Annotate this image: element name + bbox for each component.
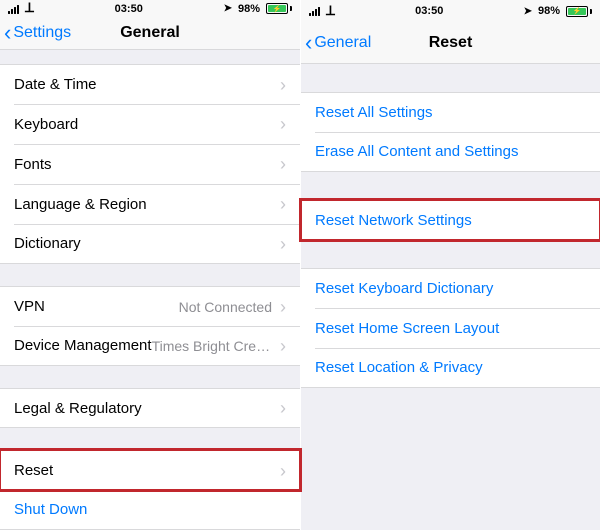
row-label: Device Management (14, 337, 152, 354)
row-label: VPN (14, 298, 45, 315)
row-label: Erase All Content and Settings (315, 143, 518, 160)
back-label: General (314, 34, 371, 52)
back-button[interactable]: ‹ Settings (4, 17, 71, 49)
battery-icon: ⚡ (266, 3, 292, 14)
screen-reset: 𝈜 03:50 ➤ 98% ⚡ ‹ General Reset Reset Al… (300, 0, 600, 530)
row-reset-home-screen[interactable]: Reset Home Screen Layout (301, 308, 600, 348)
row-label: Keyboard (14, 116, 78, 133)
chevron-right-icon: › (280, 195, 286, 213)
row-fonts[interactable]: Fonts › (0, 144, 300, 184)
battery-percent: 98% (538, 5, 560, 17)
row-erase-all[interactable]: Erase All Content and Settings (301, 132, 600, 172)
location-icon: ➤ (224, 3, 232, 14)
chevron-right-icon: › (280, 115, 286, 133)
battery-percent: 98% (238, 3, 260, 15)
chevron-right-icon: › (280, 235, 286, 253)
chevron-left-icon: ‹ (305, 32, 312, 54)
row-reset[interactable]: Reset › (0, 450, 300, 490)
row-label: Language & Region (14, 196, 147, 213)
back-label: Settings (13, 24, 71, 42)
row-reset-all-settings[interactable]: Reset All Settings (301, 92, 600, 132)
row-label: Reset Home Screen Layout (315, 320, 499, 337)
wifi-icon: 𝈜 (326, 4, 335, 17)
screen-general: 𝈜 03:50 ➤ 98% ⚡ ‹ Settings General Date … (0, 0, 300, 530)
row-date-time[interactable]: Date & Time › (0, 64, 300, 104)
wifi-icon: 𝈜 (25, 1, 34, 14)
row-vpn[interactable]: VPN Not Connected › (0, 286, 300, 326)
location-icon: ➤ (524, 6, 532, 17)
chevron-right-icon: › (280, 337, 286, 355)
status-time: 03:50 (415, 5, 443, 17)
row-shut-down[interactable]: Shut Down (0, 490, 300, 530)
cellular-signal-icon (8, 4, 19, 14)
status-bar: 𝈜 03:50 ➤ 98% ⚡ (301, 0, 600, 22)
row-device-management[interactable]: Device Management Times Bright CreSu… › (0, 326, 300, 366)
chevron-right-icon: › (280, 76, 286, 94)
row-reset-network-settings[interactable]: Reset Network Settings (301, 200, 600, 240)
chevron-left-icon: ‹ (4, 22, 11, 44)
row-reset-location-privacy[interactable]: Reset Location & Privacy (301, 348, 600, 388)
status-time: 03:50 (115, 3, 143, 15)
row-label: Reset (14, 462, 53, 479)
chevron-right-icon: › (280, 399, 286, 417)
nav-bar: ‹ Settings General (0, 17, 300, 50)
chevron-right-icon: › (280, 298, 286, 316)
nav-bar: ‹ General Reset (301, 22, 600, 64)
row-label: Date & Time (14, 76, 97, 93)
row-label: Reset Network Settings (315, 212, 472, 229)
nav-title: General (120, 24, 180, 42)
chevron-right-icon: › (280, 155, 286, 173)
status-bar: 𝈜 03:50 ➤ 98% ⚡ (0, 0, 300, 17)
row-language-region[interactable]: Language & Region › (0, 184, 300, 224)
row-label: Reset Keyboard Dictionary (315, 280, 493, 297)
battery-icon: ⚡ (566, 6, 592, 17)
back-button[interactable]: ‹ General (305, 22, 371, 63)
row-label: Dictionary (14, 235, 81, 252)
row-dictionary[interactable]: Dictionary › (0, 224, 300, 264)
row-label: Reset Location & Privacy (315, 359, 483, 376)
row-reset-keyboard-dictionary[interactable]: Reset Keyboard Dictionary (301, 268, 600, 308)
row-keyboard[interactable]: Keyboard › (0, 104, 300, 144)
row-detail: Not Connected (179, 299, 272, 315)
nav-title: Reset (429, 34, 473, 52)
row-label: Reset All Settings (315, 104, 433, 121)
row-label: Legal & Regulatory (14, 400, 142, 417)
row-label: Fonts (14, 156, 52, 173)
cellular-signal-icon (309, 6, 320, 16)
row-legal-regulatory[interactable]: Legal & Regulatory › (0, 388, 300, 428)
row-detail: Times Bright CreSu… (152, 338, 272, 354)
row-label: Shut Down (14, 501, 87, 518)
chevron-right-icon: › (280, 462, 286, 480)
